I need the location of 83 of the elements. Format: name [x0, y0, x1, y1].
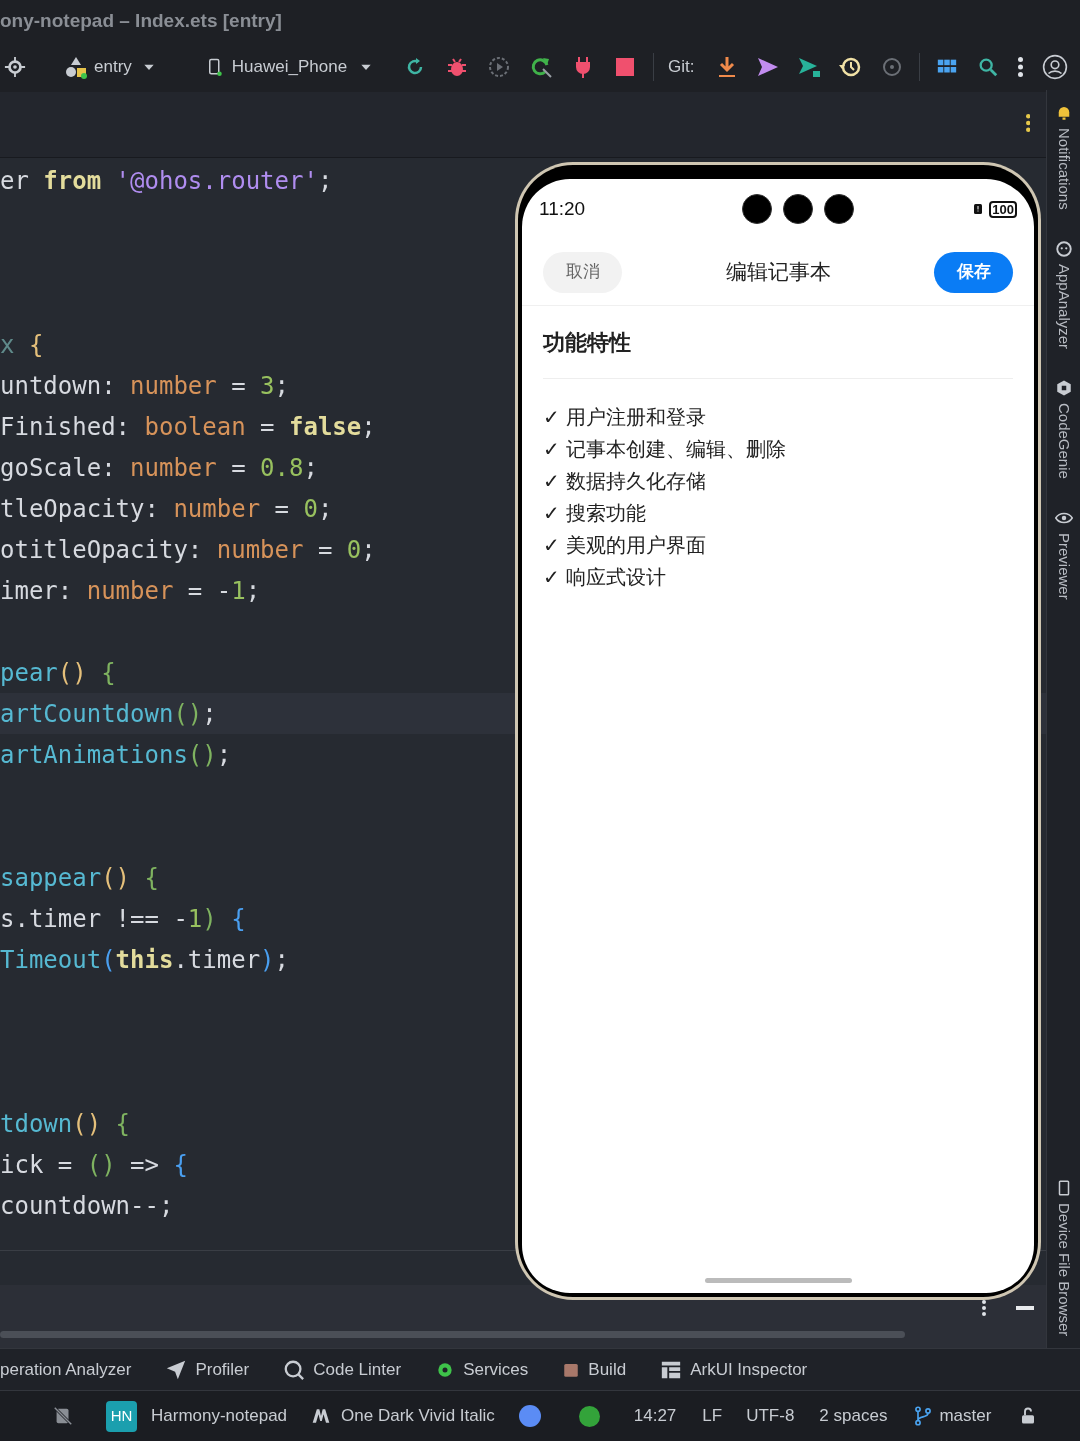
code-line: untdown: number = 3; [0, 370, 289, 402]
code-line: artCountdown(); [0, 698, 217, 730]
camera-icon [824, 194, 855, 224]
code-line: er from '@ohos.router'; [0, 165, 333, 197]
caret-position[interactable]: 14:27 [633, 1403, 677, 1429]
file-encoding[interactable]: UTF-8 [746, 1403, 795, 1429]
linter-icon [283, 1358, 306, 1381]
send-button[interactable] [755, 55, 780, 79]
more-icon [1017, 57, 1023, 77]
user-icon [1041, 54, 1068, 80]
feature-item: ✓ 搜索功能 [543, 501, 647, 526]
camera-icon [742, 194, 773, 224]
project-name[interactable]: Harmony-notepad [151, 1403, 288, 1429]
send-icon [755, 55, 780, 79]
history-icon [837, 55, 862, 79]
robot-icon [1054, 239, 1073, 258]
code-line: goScale: number = 0.8; [0, 452, 318, 484]
history-button[interactable] [837, 55, 862, 79]
sidebar-tab[interactable]: AppAnalyzer [1052, 239, 1075, 349]
sidebar-tab[interactable]: CodeGenie [1052, 378, 1075, 479]
battery-indicator: 100 [989, 200, 1017, 218]
scrollbar[interactable] [0, 1331, 905, 1338]
code-line: ick = () => { [0, 1149, 188, 1181]
theme-icon[interactable] [311, 1406, 332, 1426]
cancel-button[interactable]: 取消 [543, 251, 622, 293]
tool-tab[interactable]: Code Linter [283, 1356, 402, 1383]
send-lock-button[interactable] [796, 55, 821, 79]
git-label: Git: [668, 56, 695, 79]
theme-name[interactable]: One Dark Vivid Italic [341, 1403, 495, 1429]
line-separator[interactable]: LF [702, 1403, 723, 1429]
more-icon[interactable] [982, 1300, 986, 1316]
module-selector[interactable]: entry [64, 54, 132, 80]
code-line: otitleOpacity: number = 0; [0, 534, 376, 566]
code-line: tleOpacity: number = 0; [0, 493, 333, 525]
code-line: pear() { [0, 657, 116, 689]
sidebar-tab[interactable]: Notifications [1052, 104, 1075, 210]
tool-tab[interactable]: Services [435, 1356, 529, 1383]
tool-tab[interactable]: Profiler [165, 1356, 250, 1383]
account-button[interactable] [1041, 54, 1068, 80]
status-time: 11:20 [539, 196, 586, 221]
section-title: 功能特性 [543, 328, 631, 357]
feature-item: ✓ 数据持久化存储 [543, 469, 707, 494]
feature-item: ✓ 响应式设计 [543, 565, 667, 590]
device-selector[interactable]: Huawei_Phone [205, 54, 348, 80]
play-circle-button[interactable] [487, 55, 512, 79]
git-branch[interactable]: master [939, 1403, 992, 1429]
no-sync-icon [52, 1405, 74, 1427]
code-line: x { [0, 329, 44, 361]
target-icon [4, 56, 26, 78]
feature-item: ✓ 美观的用户界面 [543, 533, 707, 558]
sidebar-tab[interactable]: Device File Browser [1052, 1178, 1075, 1336]
alert-icon [972, 201, 985, 217]
tool-tab[interactable]: Build [562, 1356, 627, 1383]
rerun-button[interactable] [529, 55, 554, 79]
indent-setting[interactable]: 2 spaces [819, 1403, 888, 1429]
feature-item: ✓ 记事本创建、编辑、删除 [543, 437, 787, 462]
branch-icon[interactable] [913, 1405, 934, 1427]
window-title: ony-notepad – Index.ets [entry] [0, 8, 282, 33]
code-line: sappear() { [0, 862, 159, 894]
code-line: Finished: boolean = false; [0, 411, 376, 443]
code-line: imer: number = -1; [0, 575, 261, 607]
sidebar-tab[interactable]: Previewer [1052, 508, 1075, 600]
page-title: 编辑记事本 [724, 259, 832, 286]
send-icon [165, 1358, 188, 1381]
feature-item: ✓ 用户注册和登录 [543, 405, 707, 430]
rerun-icon [529, 55, 554, 79]
camera-icon [783, 194, 814, 224]
shapes-icon [64, 55, 88, 79]
code-line: s.timer !== -1) { [0, 903, 246, 935]
send-lock-icon [796, 55, 821, 79]
more-icon[interactable] [1025, 114, 1030, 132]
project-badge: HN [106, 1400, 137, 1432]
more-button[interactable] [1017, 57, 1023, 77]
locate-button[interactable] [4, 56, 26, 78]
code-line: countdown--; [0, 1190, 174, 1222]
code-line: Timeout(this.timer); [0, 944, 289, 976]
hexagon-icon [1054, 378, 1073, 397]
play-circle-icon [487, 55, 512, 79]
code-line: tdown() { [0, 1108, 131, 1140]
tool-tab[interactable]: peration Analyzer [0, 1356, 132, 1383]
code-line: artAnimations(); [0, 739, 232, 771]
save-button[interactable]: 保存 [934, 251, 1013, 293]
tool-tab[interactable]: ArkUI Inspector [660, 1356, 808, 1383]
